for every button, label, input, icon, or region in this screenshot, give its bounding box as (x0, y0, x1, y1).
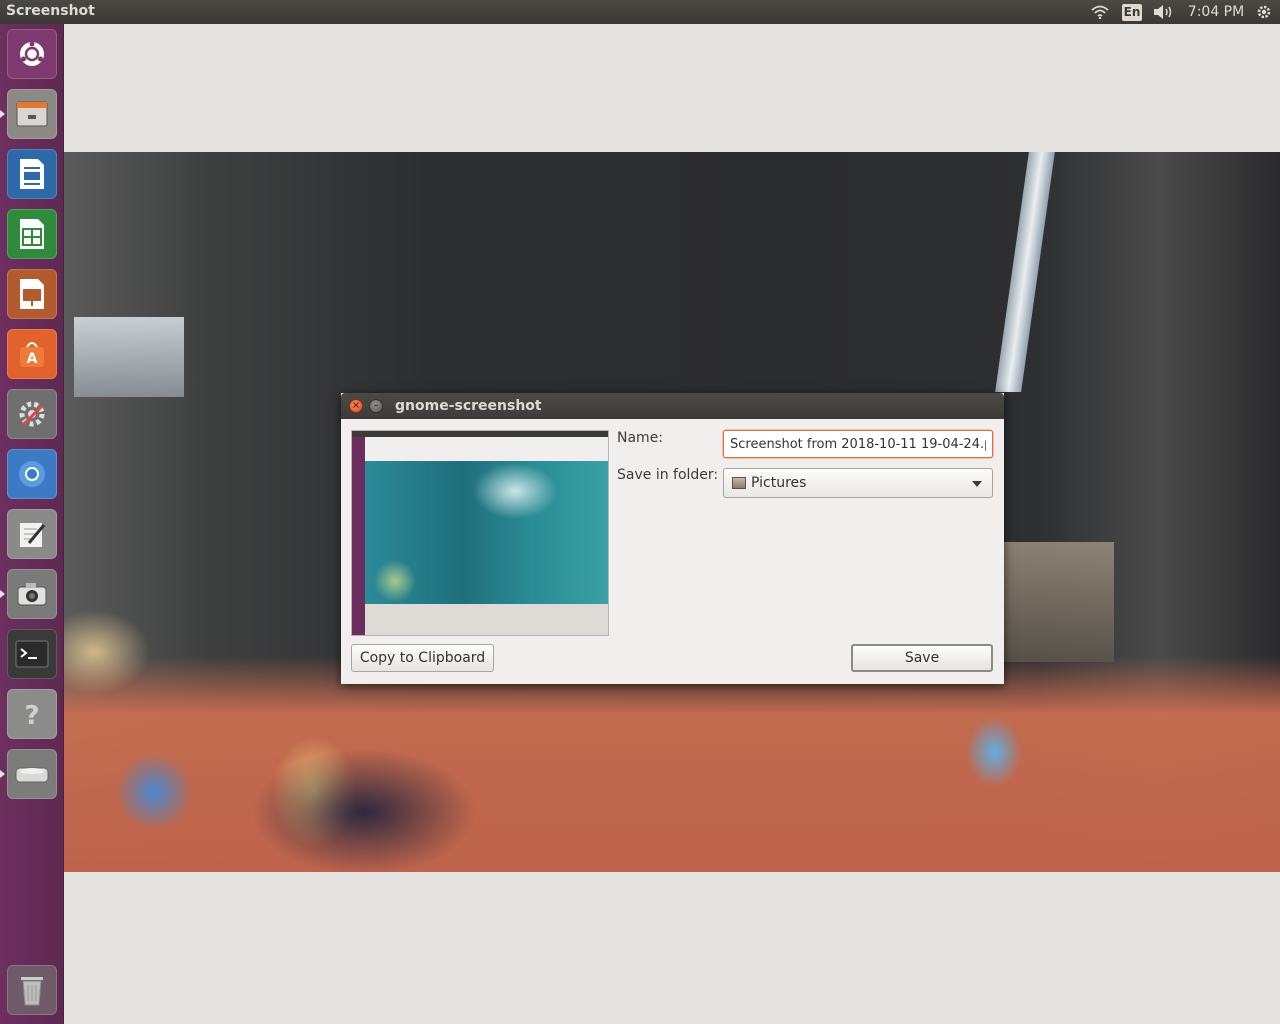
files-icon[interactable] (7, 89, 57, 139)
dialog-titlebar[interactable]: × – gnome-screenshot (341, 393, 1004, 419)
top-panel: Screenshot En 7:04 PM (0, 0, 1280, 24)
keyboard-layout-indicator[interactable]: En (1121, 0, 1143, 24)
libreoffice-impress-icon[interactable] (7, 269, 57, 319)
libreoffice-writer-icon[interactable] (7, 149, 57, 199)
session-gear-icon[interactable] (1252, 0, 1276, 24)
running-indicator (0, 590, 5, 598)
terminal-icon[interactable] (7, 629, 57, 679)
minimize-icon[interactable]: – (369, 399, 383, 413)
keyboard-layout-label: En (1121, 3, 1143, 21)
svg-text:A: A (27, 351, 38, 367)
preview-top-panel (352, 431, 608, 437)
ubuntu-dash-icon[interactable] (7, 29, 57, 79)
preview-launcher (352, 437, 365, 635)
trash-icon[interactable] (7, 965, 57, 1015)
close-icon[interactable]: × (349, 399, 363, 413)
screenshot-camera-icon[interactable] (7, 569, 57, 619)
photo-pole (995, 152, 1055, 392)
volume-icon[interactable] (1150, 0, 1178, 24)
ubuntu-software-icon[interactable]: A (7, 329, 57, 379)
screenshot-preview (351, 430, 609, 636)
save-button[interactable]: Save (851, 644, 993, 672)
photo-shelf (1004, 542, 1114, 662)
system-settings-icon[interactable] (7, 389, 57, 439)
running-indicator (0, 110, 5, 118)
save-screenshot-dialog: × – gnome-screenshot Name: Save in folde… (341, 393, 1004, 684)
launcher: A? (0, 24, 64, 1024)
libreoffice-calc-icon[interactable] (7, 209, 57, 259)
preview-photo (365, 461, 608, 604)
photo-window (74, 317, 184, 397)
help-icon[interactable]: ? (7, 689, 57, 739)
disk-drive-icon[interactable] (7, 749, 57, 799)
preview-desktop-bottom (365, 604, 608, 635)
running-indicator (0, 770, 5, 778)
wifi-icon[interactable] (1088, 0, 1112, 24)
chevron-down-icon (972, 481, 982, 487)
clock[interactable]: 7:04 PM (1186, 0, 1246, 24)
filename-input[interactable] (723, 430, 993, 458)
svg-text:?: ? (24, 701, 39, 729)
text-editor-icon[interactable] (7, 509, 57, 559)
copy-to-clipboard-button[interactable]: Copy to Clipboard (351, 644, 494, 672)
chromium-icon[interactable] (7, 449, 57, 499)
folder-value: Pictures (751, 475, 807, 491)
folder-dropdown[interactable]: Pictures (723, 468, 993, 498)
dialog-title: gnome-screenshot (395, 398, 542, 414)
name-label: Name: (617, 430, 664, 446)
folder-label: Save in folder: (617, 467, 719, 483)
folder-icon (732, 477, 746, 489)
app-title: Screenshot (6, 3, 95, 19)
